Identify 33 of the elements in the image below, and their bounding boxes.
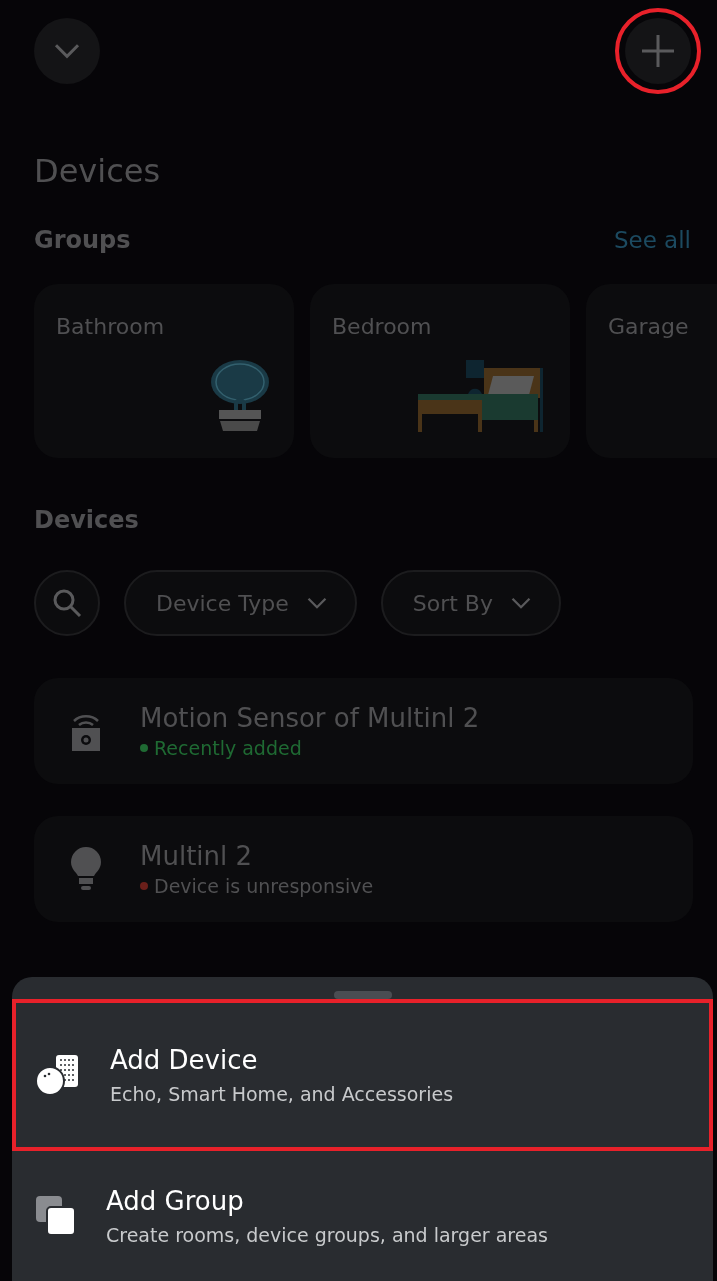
group-label: Garage [608,314,689,339]
device-row[interactable]: Motion Sensor of Multinl 2 Recently added [34,678,693,784]
search-icon [52,588,82,618]
device-name: Multinl 2 [140,841,254,871]
sink-mirror-drawing [210,360,270,432]
group-label: Bedroom [332,314,432,339]
group-card[interactable]: Garage [586,284,717,458]
filter-dropdown[interactable]: Device Type [124,570,357,636]
drag-handle[interactable] [333,991,392,999]
section-heading: Groups [34,226,131,254]
chevron-down-icon [306,597,327,609]
menu-item-title: Add Group [106,1186,245,1216]
speaker-devices-icon [36,1055,80,1095]
menu-item-subtitle: Create rooms, device groups, and larger areas [106,1224,548,1246]
page-title: Devices [34,152,162,190]
group-card[interactable]: Bathroom [34,284,294,458]
section-heading: Devices [34,506,139,534]
chevron-down-icon [510,597,531,609]
stacked-squares-icon [36,1196,76,1236]
device-row[interactable]: Multinl 2 Device is unresponsive [34,816,693,922]
menu-item-title: Add Device [110,1045,259,1075]
see-all-link[interactable]: See all [613,227,691,253]
light-bulb-icon [70,847,102,891]
chevron-down-icon [54,43,80,59]
group-card[interactable]: Bedroom [310,284,570,458]
group-label: Bathroom [56,314,165,339]
device-status: Device is unresponsive [154,875,374,897]
filter-dropdown[interactable]: Sort By [380,570,561,636]
plus-icon [640,33,676,69]
menu-item[interactable]: Add Device Echo, Smart Home, and Accessories [12,999,713,1151]
menu-item-subtitle: Echo, Smart Home, and Accessories [110,1083,454,1105]
device-status: Recently added [154,737,302,759]
device-name: Motion Sensor of Multinl 2 [140,703,480,733]
